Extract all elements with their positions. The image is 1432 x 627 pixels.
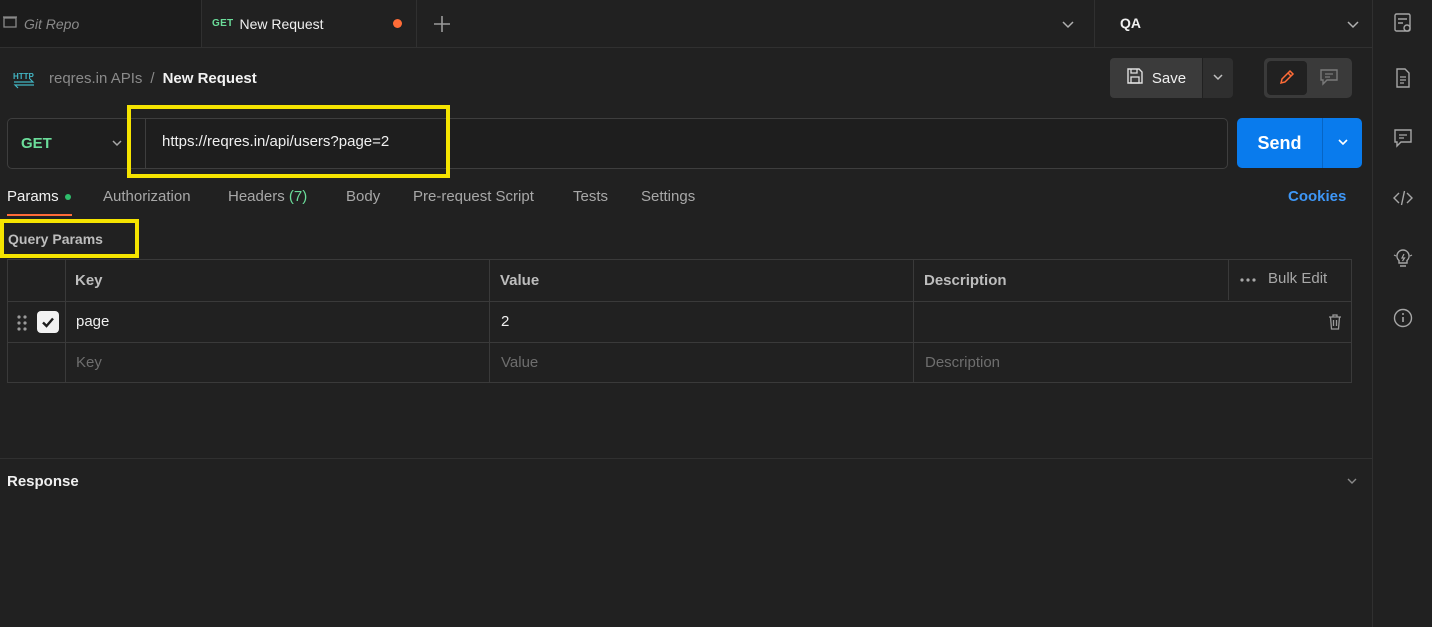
tab-label: Git Repo (24, 15, 80, 32)
breadcrumb: HTTP reqres.in APIs / New Request (12, 66, 257, 90)
param-key-cell[interactable]: page (76, 313, 109, 330)
breadcrumb-collection[interactable]: reqres.in APIs (49, 70, 142, 87)
cookies-link[interactable]: Cookies (1288, 188, 1346, 205)
lightbulb-icon[interactable] (1392, 247, 1414, 269)
new-key-input[interactable]: Key (76, 354, 102, 371)
code-icon[interactable] (1392, 187, 1414, 209)
save-icon (1126, 67, 1144, 89)
edit-icon (1277, 67, 1297, 90)
save-button[interactable]: Save (1110, 58, 1202, 98)
documentation-icon[interactable] (1392, 67, 1414, 89)
add-tab-icon[interactable] (430, 12, 454, 36)
tab-pre-request-script[interactable]: Pre-request Script (413, 188, 534, 205)
tab-headers-label: Headers (228, 188, 285, 205)
save-options-button[interactable] (1203, 58, 1233, 98)
collection-icon (2, 14, 18, 33)
column-header-value: Value (500, 272, 540, 289)
request-name[interactable]: New Request (163, 70, 257, 87)
params-active-dot (64, 194, 71, 201)
tab-tests[interactable]: Tests (573, 188, 608, 205)
comments-icon[interactable] (1392, 127, 1414, 149)
column-header-description: Description (924, 272, 1007, 289)
chevron-down-icon[interactable] (1344, 473, 1360, 492)
bulk-edit-button[interactable]: Bulk Edit (1268, 270, 1327, 287)
table-header-row: Key Value Description Bulk Edit (8, 260, 1351, 301)
chevron-down-icon (109, 135, 125, 154)
tab-git-repo[interactable]: Git Repo (0, 0, 202, 47)
tab-new-request[interactable]: GET New Request (202, 0, 417, 47)
response-title: Response (7, 473, 79, 490)
environment-selector[interactable]: QA (1094, 0, 1372, 47)
table-row: page 2 (8, 301, 1351, 342)
environment-quicklook-icon[interactable] (1392, 12, 1414, 34)
param-value-cell[interactable]: 2 (501, 313, 509, 330)
tab-authorization[interactable]: Authorization (103, 188, 191, 205)
checkbox-icon[interactable] (37, 311, 59, 333)
bulk-edit-area: Bulk Edit (1240, 270, 1327, 287)
tab-params-label: Params (7, 188, 59, 205)
save-label: Save (1151, 69, 1187, 87)
chevron-down-icon (1210, 69, 1226, 88)
more-icon[interactable] (1240, 270, 1256, 287)
method-value: GET (21, 135, 52, 152)
params-table: Key Value Description Bulk Edit page 2 K… (7, 259, 1352, 383)
chevron-down-icon (1343, 14, 1363, 37)
tab-body[interactable]: Body (346, 188, 380, 205)
table-row-empty: Key Value Description (8, 342, 1351, 383)
tab-label: New Request (239, 15, 324, 32)
send-options-button[interactable] (1323, 118, 1362, 168)
query-params-highlight-box (0, 219, 139, 258)
right-sidebar (1372, 0, 1432, 627)
new-value-input[interactable]: Value (501, 354, 538, 371)
method-select[interactable]: GET (8, 119, 146, 168)
headers-count: (7) (288, 188, 308, 205)
tab-bar: Git Repo GET New Request QA (0, 0, 1372, 48)
unsaved-dot (393, 19, 402, 28)
comment-icon (1319, 67, 1339, 90)
chevron-down-icon[interactable] (1058, 14, 1078, 34)
send-group: Send (1237, 118, 1362, 168)
view-mode-toggle (1264, 58, 1352, 98)
tab-method: GET (212, 18, 234, 29)
tab-settings[interactable]: Settings (641, 188, 695, 205)
breadcrumb-separator: / (150, 69, 155, 87)
environment-label: QA (1120, 15, 1141, 31)
new-description-input[interactable]: Description (925, 354, 1000, 371)
drag-handle-icon[interactable] (17, 314, 27, 335)
save-group: Save (1110, 58, 1233, 98)
info-icon[interactable] (1392, 307, 1414, 329)
send-button[interactable]: Send (1237, 118, 1322, 168)
tab-params[interactable]: Params (7, 188, 71, 205)
active-tab-underline (7, 214, 72, 216)
http-icon: HTTP (12, 67, 36, 89)
trash-icon[interactable] (1327, 313, 1343, 334)
url-highlight-box (127, 105, 450, 178)
chevron-down-icon (1335, 134, 1351, 153)
column-header-key: Key (75, 272, 103, 289)
response-pane-header[interactable]: Response (0, 458, 1372, 504)
comment-mode-button[interactable] (1309, 61, 1349, 95)
edit-mode-button[interactable] (1267, 61, 1307, 95)
tab-headers[interactable]: Headers (7) (228, 188, 307, 205)
